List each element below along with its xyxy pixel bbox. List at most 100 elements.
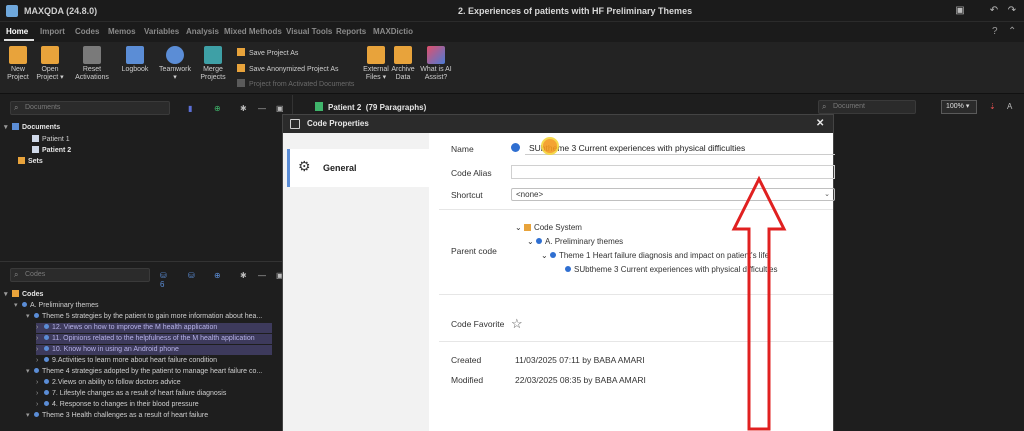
minimize-icon[interactable]: — — [258, 104, 266, 113]
code-row[interactable]: ▾ Theme 4 strategies adopted by the patie… — [26, 367, 262, 377]
settings-gear-icon[interactable]: ✱ — [240, 104, 247, 113]
tab-analysis[interactable]: Analysis — [186, 27, 219, 36]
settings-gear-icon[interactable]: ✱ — [240, 271, 247, 280]
dialog-window-icon — [290, 119, 300, 129]
document-activate-icon[interactable]: ▮ — [188, 104, 192, 113]
collapse-arrow-icon[interactable]: ⌄ — [541, 251, 550, 260]
reset-activations-button[interactable]: Reset Activations — [70, 46, 114, 82]
expand-arrow-icon[interactable]: › — [36, 334, 44, 344]
save-project-as-button[interactable]: Save Project As — [237, 48, 298, 57]
expand-arrow-icon[interactable]: › — [36, 400, 44, 410]
document-header: Patient 2 (79 Paragraphs) — [315, 102, 426, 112]
font-size-icon[interactable]: A — [1007, 102, 1012, 111]
code-row[interactable]: › 4. Response to changes in their blood p… — [36, 400, 199, 410]
expand-arrow-icon[interactable]: › — [36, 323, 44, 333]
collapse-arrow-icon[interactable]: ▾ — [26, 367, 34, 377]
parent-tree-node[interactable]: ⌄ A. Preliminary themes — [527, 237, 623, 246]
collapse-arrow-icon[interactable]: ▾ — [14, 301, 22, 311]
tab-reports[interactable]: Reports — [336, 27, 366, 36]
tab-variables[interactable]: Variables — [144, 27, 179, 36]
merge-projects-label: Merge Projects — [200, 66, 226, 81]
redo-icon[interactable]: ↷ — [1006, 5, 1018, 17]
collapse-arrow-icon[interactable]: ▾ — [26, 312, 34, 322]
documents-root-label: Documents — [22, 124, 61, 131]
ai-assist-button[interactable]: What is AI Assist? — [414, 46, 458, 82]
tab-codes[interactable]: Codes — [75, 27, 99, 36]
expand-arrow-icon[interactable]: › — [36, 345, 44, 355]
document-item[interactable]: Patient 2 — [32, 146, 71, 156]
add-code-icon[interactable]: ⊕ — [214, 271, 221, 280]
document-search-input[interactable]: ⌕ Document — [818, 100, 916, 114]
chevron-down-icon: ⌄ — [824, 191, 830, 198]
code-properties-dialog: Code Properties ✕ ⚙ General Name SUbthem… — [282, 114, 835, 431]
document-icon — [32, 135, 39, 142]
code-filter-icon[interactable]: ⛁ — [188, 271, 195, 280]
code-row[interactable]: › 7. Lifestyle changes as a result of hea… — [36, 389, 226, 399]
sets-root[interactable]: Sets — [18, 157, 43, 167]
parent-tree-node[interactable]: ⌄ Code System — [515, 223, 582, 232]
tab-memos[interactable]: Memos — [108, 27, 136, 36]
code-alias-label: Code Alias — [451, 168, 492, 178]
window-icon[interactable]: ▣ — [276, 104, 284, 113]
ribbon-collapse-icon[interactable]: ⌃ — [1008, 26, 1016, 37]
collapse-arrow-icon[interactable]: ▾ — [26, 411, 34, 421]
red-up-arrow-annotation — [731, 175, 787, 431]
codes-root[interactable]: ▾ Codes — [4, 290, 43, 300]
code-row[interactable]: › 11. Opinions related to the helpfulness… — [36, 334, 272, 344]
window-layout-icon[interactable]: ▣ — [954, 5, 966, 17]
add-document-icon[interactable]: ⊕ — [214, 104, 221, 113]
merge-projects-button[interactable]: Merge Projects — [191, 46, 235, 82]
tab-maxdictio[interactable]: MAXDictio — [373, 27, 413, 36]
undo-icon[interactable]: ↶ — [988, 5, 1000, 17]
tab-visual-tools[interactable]: Visual Tools — [286, 27, 332, 36]
expand-arrow-icon[interactable]: › — [36, 356, 44, 366]
code-color-icon — [549, 252, 556, 258]
collapse-arrow-icon[interactable]: ▾ — [4, 123, 12, 133]
documents-search-input[interactable]: ⌕ Documents — [10, 101, 170, 115]
open-project-button[interactable]: Open Project ▾ — [28, 46, 72, 82]
logbook-button[interactable]: Logbook — [113, 46, 157, 74]
dialog-title-bar: Code Properties ✕ — [283, 115, 833, 133]
documents-root[interactable]: ▾ Documents — [4, 123, 60, 133]
code-name-field[interactable]: SUbtheme 3 Current experiences with phys… — [511, 137, 835, 155]
code-row[interactable]: › 10. Know how in using an Android phone — [36, 345, 272, 355]
tab-mixed-methods[interactable]: Mixed Methods — [224, 27, 282, 36]
search-icon: ⌕ — [822, 102, 827, 111]
code-row[interactable]: ▾ Theme 5 strategies by the patient to ga… — [26, 312, 262, 322]
parent-tree-label: A. Preliminary themes — [544, 237, 624, 246]
code-color-icon — [44, 379, 49, 384]
document-search-placeholder: Document — [833, 103, 865, 110]
close-icon[interactable]: ✕ — [816, 115, 824, 133]
save-anonymized-button[interactable]: Save Anonymized Project As — [237, 64, 339, 73]
collapse-arrow-icon[interactable]: ▾ — [4, 290, 12, 300]
code-count-icon[interactable]: ⛁6 — [160, 271, 167, 289]
project-from-activated-icon — [237, 79, 245, 87]
project-from-activated-button[interactable]: Project from Activated Documents — [237, 79, 354, 88]
code-row[interactable]: › 9.Activities to learn more about heart … — [36, 356, 217, 366]
expand-arrow-icon[interactable]: › — [36, 378, 44, 388]
nav-general[interactable]: ⚙ General — [287, 149, 429, 187]
created-label: Created — [451, 355, 482, 365]
collapse-arrow-icon[interactable]: ⌄ — [527, 237, 536, 246]
zoom-select[interactable]: 100% ▾ — [941, 100, 977, 114]
code-row[interactable]: ▾ A. Preliminary themes — [14, 301, 98, 311]
code-color-icon — [44, 335, 49, 340]
code-color-icon[interactable] — [511, 143, 520, 152]
nav-general-label: General — [323, 163, 357, 173]
collapse-arrow-icon[interactable]: ⌄ — [515, 223, 524, 232]
code-row[interactable]: › 12. Views on how to improve the M healt… — [36, 323, 272, 333]
tab-import[interactable]: Import — [40, 27, 65, 36]
code-row[interactable]: ▾ Theme 3 Health challenges as a result o… — [26, 411, 208, 421]
minimize-icon[interactable]: — — [258, 271, 266, 280]
favorite-star-icon[interactable]: ☆ — [511, 316, 523, 332]
codes-search-input[interactable]: ⌕ Codes — [10, 268, 150, 282]
tab-home[interactable]: Home — [6, 27, 28, 36]
panel-divider[interactable] — [0, 261, 292, 262]
search-icon: ⌕ — [14, 270, 19, 279]
export-icon[interactable]: ⇣ — [989, 102, 996, 111]
expand-arrow-icon[interactable]: › — [36, 389, 44, 399]
help-icon[interactable]: ? — [992, 26, 998, 37]
new-project-icon — [9, 46, 27, 64]
document-item[interactable]: Patient 1 — [32, 135, 70, 145]
code-row[interactable]: › 2.Views on ability to follow doctors ad… — [36, 378, 181, 388]
